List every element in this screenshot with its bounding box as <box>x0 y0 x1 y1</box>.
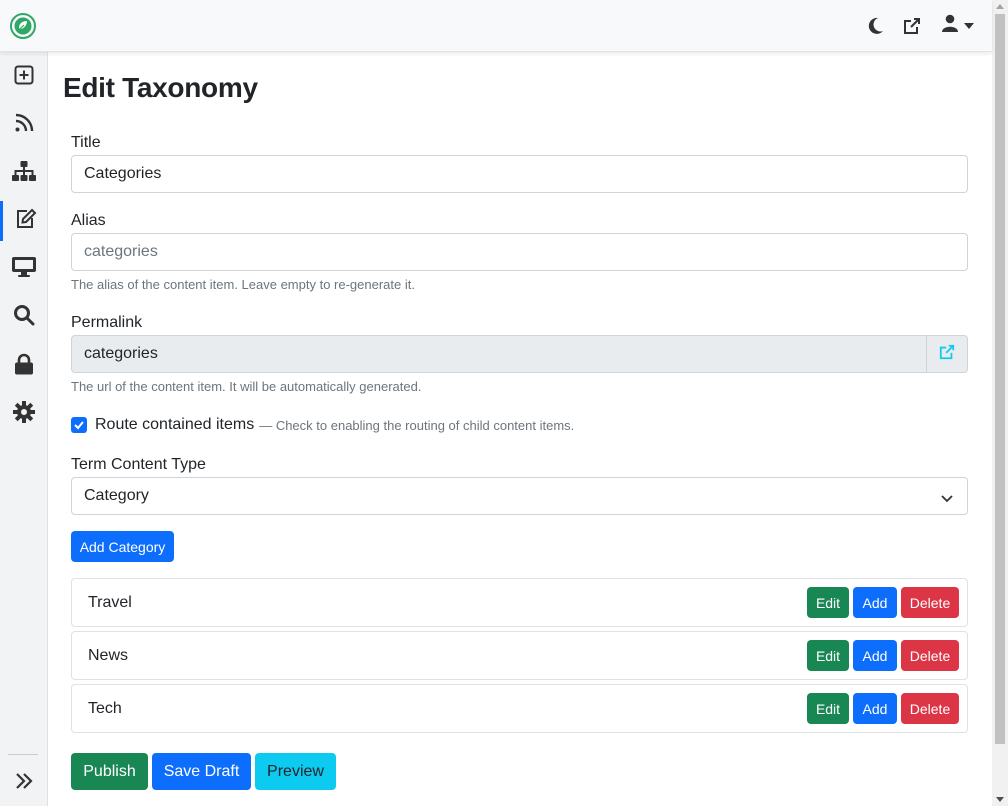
sidebar-item-taxonomies[interactable] <box>0 153 48 193</box>
add-child-term-button[interactable]: Add <box>853 640 897 671</box>
add-child-term-button[interactable]: Add <box>853 587 897 618</box>
save-draft-button[interactable]: Save Draft <box>152 753 251 790</box>
sidebar-item-feed[interactable] <box>0 105 48 145</box>
term-row: Tech Edit Add Delete <box>71 684 968 733</box>
sidebar-item-settings[interactable] <box>0 394 48 434</box>
user-icon <box>942 14 958 37</box>
leaf-logo-icon[interactable] <box>10 13 36 39</box>
sidebar-toggle[interactable] <box>0 763 48 803</box>
term-content-type-select[interactable]: Category <box>71 477 968 515</box>
permalink-input: categories <box>71 335 927 373</box>
top-navbar <box>0 0 992 52</box>
chevron-down-icon <box>941 491 953 503</box>
term-content-type-value: Category <box>84 487 149 504</box>
permalink-open-button[interactable] <box>926 335 968 373</box>
delete-term-button[interactable]: Delete <box>901 640 959 671</box>
external-link-icon <box>939 344 955 365</box>
scroll-up-icon[interactable] <box>996 4 1004 9</box>
sidebar-divider <box>8 754 38 755</box>
alias-help-text: The alias of the content item. Leave emp… <box>71 277 415 292</box>
edit-term-button[interactable]: Edit <box>807 640 849 671</box>
rss-icon <box>14 113 34 138</box>
term-name: Travel <box>88 594 132 611</box>
page-title: Edit Taxonomy <box>63 72 258 103</box>
preview-button[interactable]: Preview <box>255 753 336 790</box>
edit-term-button[interactable]: Edit <box>807 587 849 618</box>
route-contained-items-checkbox[interactable] <box>71 417 87 433</box>
sidebar <box>0 52 48 806</box>
sidebar-item-search[interactable] <box>0 297 48 337</box>
route-contained-items: Route contained items — Check to enablin… <box>71 416 574 434</box>
desktop-icon <box>12 256 36 282</box>
external-link-icon[interactable] <box>902 15 922 37</box>
delete-term-button[interactable]: Delete <box>901 693 959 724</box>
title-input[interactable]: Categories <box>71 155 968 193</box>
sitemap-icon <box>12 160 36 186</box>
edit-term-button[interactable]: Edit <box>807 693 849 724</box>
term-row: Travel Edit Add Delete <box>71 578 968 627</box>
double-chevron-right-icon <box>14 771 34 796</box>
user-menu[interactable] <box>942 14 974 37</box>
sidebar-item-new-content[interactable] <box>0 57 48 97</box>
term-content-type-label: Term Content Type <box>71 456 206 473</box>
edit-icon <box>15 208 37 235</box>
alias-input[interactable]: categories <box>71 233 968 271</box>
permalink-label: Permalink <box>71 314 143 331</box>
term-row: News Edit Add Delete <box>71 631 968 680</box>
publish-button[interactable]: Publish <box>71 753 148 790</box>
permalink-help-text: The url of the content item. It will be … <box>71 379 422 394</box>
route-contained-items-label[interactable]: Route contained items <box>95 416 254 434</box>
form-actions: Publish Save Draft Preview <box>71 753 336 790</box>
route-contained-items-help: — Check to enabling the routing of child… <box>259 417 575 433</box>
sidebar-item-design[interactable] <box>0 249 48 289</box>
term-name: News <box>88 647 129 664</box>
sidebar-item-security[interactable] <box>0 346 48 386</box>
term-name: Tech <box>88 700 122 717</box>
title-label: Title <box>71 134 101 151</box>
plus-square-icon <box>14 65 34 90</box>
alias-label: Alias <box>71 212 106 229</box>
caret-down-icon <box>964 22 974 29</box>
moon-icon[interactable] <box>866 15 886 37</box>
gear-icon <box>13 400 35 428</box>
sidebar-item-content[interactable] <box>0 201 48 241</box>
add-child-term-button[interactable]: Add <box>853 693 897 724</box>
page-scrollbar[interactable] <box>992 0 1008 806</box>
add-category-button[interactable]: Add Category <box>71 531 174 562</box>
scroll-thumb[interactable] <box>995 14 1005 744</box>
lock-icon <box>14 353 34 380</box>
search-icon <box>13 304 35 331</box>
delete-term-button[interactable]: Delete <box>901 587 959 618</box>
scroll-down-icon[interactable] <box>996 797 1004 802</box>
